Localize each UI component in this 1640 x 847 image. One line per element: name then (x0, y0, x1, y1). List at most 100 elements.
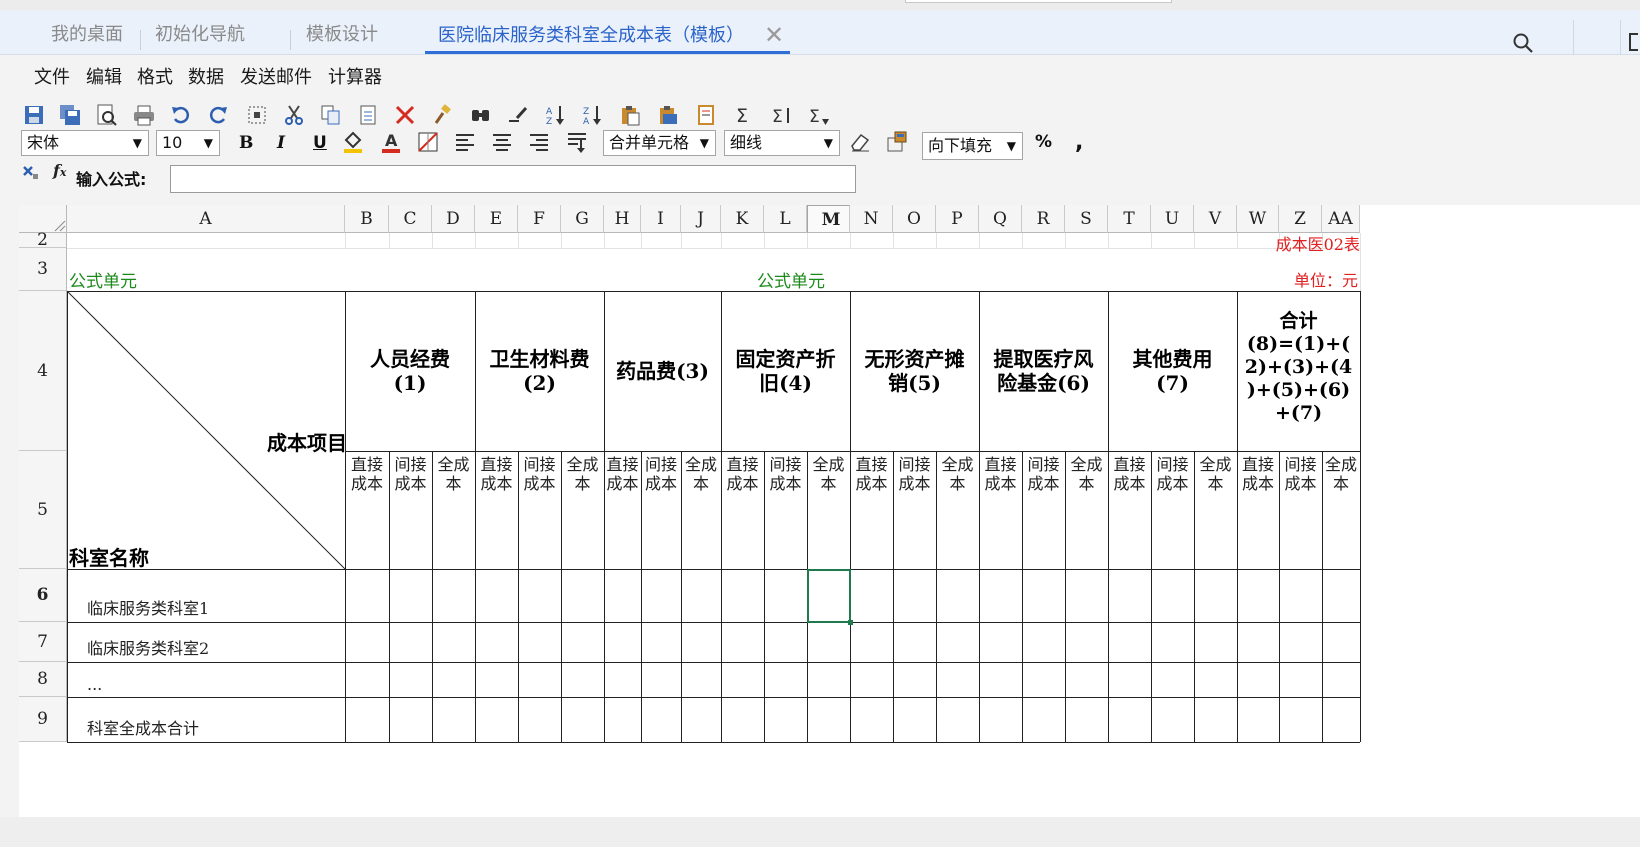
row-header-9[interactable]: 9 (19, 697, 67, 742)
select-range-icon[interactable] (246, 104, 268, 126)
table-cell[interactable] (1237, 662, 1279, 697)
table-cell[interactable] (345, 622, 389, 662)
table-cell[interactable] (1279, 622, 1322, 662)
table-cell[interactable] (1194, 697, 1237, 742)
table-cell[interactable] (1322, 697, 1360, 742)
table-cell[interactable] (764, 569, 807, 622)
row-header-6[interactable]: 6 (19, 569, 67, 622)
column-header-O[interactable]: O (893, 205, 936, 233)
cell-properties-icon[interactable] (886, 130, 908, 152)
row-header-4[interactable]: 4 (19, 291, 67, 451)
paste-values-icon[interactable] (657, 104, 679, 126)
table-cell[interactable] (604, 622, 641, 662)
table-cell[interactable] (1022, 622, 1065, 662)
table-cell[interactable] (850, 662, 893, 697)
fullscreen-icon[interactable] (1628, 32, 1640, 56)
column-header-Z[interactable]: Z (1279, 205, 1322, 233)
table-cell[interactable] (1151, 662, 1194, 697)
table-cell[interactable] (1279, 569, 1322, 622)
table-cell[interactable] (1279, 662, 1322, 697)
menu-format[interactable]: 格式 (137, 63, 173, 89)
column-header-G[interactable]: G (561, 205, 604, 233)
table-cell[interactable] (721, 569, 764, 622)
table-cell[interactable] (389, 622, 432, 662)
table-cell[interactable] (681, 662, 721, 697)
font-size-select[interactable]: 10 ▼ (156, 130, 220, 156)
close-icon[interactable]: ✕ (764, 21, 784, 49)
tab-my-desktop[interactable]: 我的桌面 (51, 22, 123, 54)
table-cell[interactable] (1151, 697, 1194, 742)
print-icon[interactable] (133, 104, 155, 126)
column-header-L[interactable]: L (764, 205, 807, 233)
font-name-select[interactable]: 宋体 ▼ (21, 130, 149, 156)
column-header-P[interactable]: P (936, 205, 979, 233)
table-cell[interactable] (721, 697, 764, 742)
column-header-J[interactable]: J (681, 205, 721, 233)
table-cell[interactable] (475, 622, 518, 662)
column-header-A[interactable]: A (67, 205, 345, 233)
table-cell[interactable] (936, 569, 979, 622)
table-cell[interactable] (561, 697, 604, 742)
find-icon[interactable] (470, 104, 492, 126)
table-cell[interactable] (475, 662, 518, 697)
column-header-F[interactable]: F (518, 205, 561, 233)
table-cell[interactable] (432, 697, 475, 742)
align-left-icon[interactable] (454, 130, 476, 152)
table-cell[interactable] (1279, 697, 1322, 742)
column-header-M[interactable]: M (807, 205, 850, 233)
formula-input[interactable] (170, 165, 856, 193)
table-cell[interactable] (1022, 662, 1065, 697)
column-header-I[interactable]: I (641, 205, 681, 233)
table-cell[interactable] (1065, 662, 1108, 697)
paste-icon[interactable] (619, 104, 641, 126)
table-cell[interactable] (1065, 622, 1108, 662)
table-cell[interactable] (1194, 622, 1237, 662)
table-cell[interactable] (1108, 569, 1151, 622)
table-cell[interactable] (1108, 697, 1151, 742)
table-cell[interactable] (561, 662, 604, 697)
table-cell[interactable] (893, 569, 936, 622)
fill-color-icon[interactable] (342, 130, 364, 153)
table-cell[interactable] (604, 662, 641, 697)
table-cell[interactable] (979, 622, 1022, 662)
table-cell[interactable] (681, 697, 721, 742)
delete-icon[interactable] (394, 104, 416, 126)
table-cell[interactable] (807, 622, 850, 662)
underline-button[interactable]: U (313, 133, 327, 153)
row-header-8[interactable]: 8 (19, 662, 67, 697)
table-cell[interactable] (807, 662, 850, 697)
table-cell[interactable] (604, 569, 641, 622)
table-cell[interactable] (1322, 569, 1360, 622)
select-all-corner[interactable] (19, 205, 67, 233)
tab-cost-table-template[interactable]: 医院临床服务类科室全成本表（模板） ✕ (425, 22, 790, 54)
align-center-icon[interactable] (491, 130, 513, 152)
replace-icon[interactable] (507, 104, 529, 126)
table-cell[interactable] (1151, 569, 1194, 622)
table-cell[interactable] (681, 622, 721, 662)
table-cell[interactable] (518, 569, 561, 622)
eraser-icon[interactable] (849, 130, 871, 152)
column-header-W[interactable]: W (1237, 205, 1279, 233)
table-cell[interactable] (389, 569, 432, 622)
table-cell[interactable] (561, 622, 604, 662)
insert-sheet-icon[interactable] (695, 104, 717, 126)
table-cell[interactable] (979, 569, 1022, 622)
column-header-Q[interactable]: Q (979, 205, 1022, 233)
table-cell[interactable] (641, 697, 681, 742)
table-cell[interactable] (850, 697, 893, 742)
column-sum-icon[interactable]: Σ (808, 104, 830, 127)
column-header-K[interactable]: K (721, 205, 764, 233)
column-header-AA[interactable]: AA (1322, 205, 1360, 233)
wrap-text-icon[interactable] (566, 130, 588, 153)
table-cell[interactable] (936, 662, 979, 697)
table-cell[interactable] (475, 569, 518, 622)
format-painter-icon[interactable] (432, 104, 454, 126)
tab-init-navigation[interactable]: 初始化导航 (155, 22, 245, 54)
table-cell[interactable] (850, 569, 893, 622)
table-cell[interactable] (850, 622, 893, 662)
spreadsheet[interactable]: A B C D E F G H I J K L M N O P Q R S T U V W Z AA 23456789 成本医0… (19, 205, 1640, 817)
fill-down-select[interactable]: 向下填充 ▼ (922, 132, 1023, 160)
table-cell[interactable] (893, 622, 936, 662)
italic-button[interactable]: I (277, 133, 285, 153)
menu-calculator[interactable]: 计算器 (328, 63, 382, 89)
